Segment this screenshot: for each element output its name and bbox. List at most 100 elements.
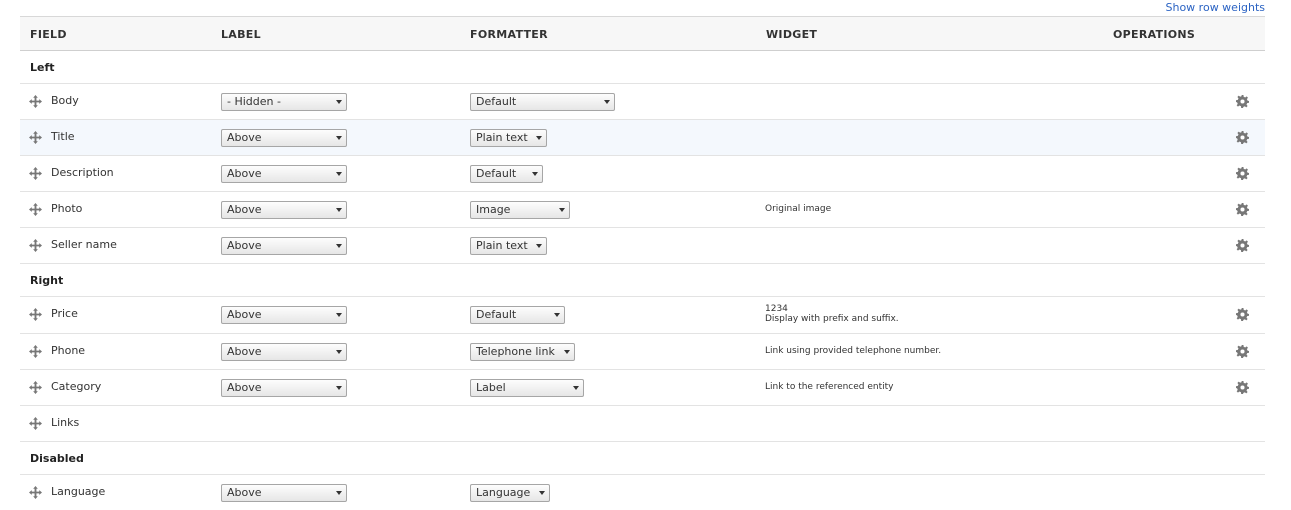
header-operations: OPERATIONS: [1113, 28, 1196, 41]
widget-summary: 1234 Display with prefix and suffix.: [765, 304, 899, 324]
formatter-select[interactable]: Plain text: [470, 237, 547, 255]
field-name: Seller name: [51, 238, 117, 251]
manage-display-table: FIELD LABEL FORMATTER WIDGET OPERATIONS …: [20, 16, 1265, 510]
chevron-down-icon: [536, 136, 542, 140]
table-row: Phone Above Telephone link Link using pr…: [20, 334, 1265, 370]
formatter-select[interactable]: Language: [470, 484, 550, 502]
region-left: Left: [20, 51, 1265, 84]
chevron-down-icon: [336, 386, 342, 390]
chevron-down-icon: [536, 244, 542, 248]
move-arrows-icon[interactable]: [29, 417, 42, 430]
gear-icon[interactable]: [1236, 308, 1249, 321]
formatter-select[interactable]: Label: [470, 379, 584, 397]
formatter-select[interactable]: Default: [470, 165, 543, 183]
chevron-down-icon: [336, 244, 342, 248]
table-row: Description Above Default: [20, 156, 1265, 192]
label-select[interactable]: Above: [221, 343, 347, 361]
formatter-select[interactable]: Default: [470, 306, 565, 324]
formatter-select-value: Default: [476, 95, 517, 108]
table-row: Language Above Language: [20, 475, 1265, 510]
formatter-select-value: Label: [476, 381, 506, 394]
move-arrows-icon[interactable]: [29, 486, 42, 499]
gear-icon[interactable]: [1236, 345, 1249, 358]
formatter-select[interactable]: Image: [470, 201, 570, 219]
field-name: Price: [51, 307, 78, 320]
label-select-value: Above: [227, 486, 262, 499]
region-title: Left: [30, 61, 55, 74]
formatter-select-value: Telephone link: [476, 345, 555, 358]
formatter-select-value: Plain text: [476, 131, 528, 144]
label-select-value: Above: [227, 203, 262, 216]
label-select[interactable]: Above: [221, 129, 347, 147]
move-arrows-icon[interactable]: [29, 308, 42, 321]
field-name: Body: [51, 94, 79, 107]
gear-icon[interactable]: [1236, 131, 1249, 144]
label-select[interactable]: Above: [221, 165, 347, 183]
chevron-down-icon: [539, 491, 545, 495]
field-name: Photo: [51, 202, 83, 215]
chevron-down-icon: [573, 386, 579, 390]
region-disabled: Disabled: [20, 442, 1265, 475]
chevron-down-icon: [559, 208, 565, 212]
move-arrows-icon[interactable]: [29, 239, 42, 252]
show-row-weights-link[interactable]: Show row weights: [1166, 1, 1266, 14]
region-right: Right: [20, 264, 1265, 297]
chevron-down-icon: [554, 313, 560, 317]
gear-icon[interactable]: [1236, 239, 1249, 252]
chevron-down-icon: [532, 172, 538, 176]
gear-icon[interactable]: [1236, 381, 1249, 394]
header-widget: WIDGET: [766, 28, 818, 41]
table-row: Body - Hidden - Default: [20, 84, 1265, 120]
move-arrows-icon[interactable]: [29, 167, 42, 180]
label-select-value: Above: [227, 381, 262, 394]
label-select[interactable]: Above: [221, 201, 347, 219]
move-arrows-icon[interactable]: [29, 95, 42, 108]
label-select-value: Above: [227, 239, 262, 252]
header-formatter: FORMATTER: [470, 28, 548, 41]
table-row: Links: [20, 406, 1265, 442]
chevron-down-icon: [336, 313, 342, 317]
label-select[interactable]: Above: [221, 379, 347, 397]
formatter-select-value: Language: [476, 486, 531, 499]
move-arrows-icon[interactable]: [29, 381, 42, 394]
field-name: Links: [51, 416, 80, 429]
table-row: Category Above Label Link to the referen…: [20, 370, 1265, 406]
label-select-value: Above: [227, 131, 262, 144]
formatter-select-value: Image: [476, 203, 511, 216]
chevron-down-icon: [336, 491, 342, 495]
widget-summary: Original image: [765, 204, 832, 214]
label-select[interactable]: - Hidden -: [221, 93, 347, 111]
formatter-select-value: Default: [476, 167, 517, 180]
chevron-down-icon: [336, 100, 342, 104]
formatter-select[interactable]: Plain text: [470, 129, 547, 147]
label-select-value: Above: [227, 345, 262, 358]
move-arrows-icon[interactable]: [29, 131, 42, 144]
chevron-down-icon: [336, 172, 342, 176]
label-select-value: Above: [227, 167, 262, 180]
move-arrows-icon[interactable]: [29, 203, 42, 216]
chevron-down-icon: [564, 350, 570, 354]
table-header: FIELD LABEL FORMATTER WIDGET OPERATIONS: [20, 16, 1265, 51]
chevron-down-icon: [336, 208, 342, 212]
formatter-select-value: Default: [476, 308, 517, 321]
gear-icon[interactable]: [1236, 203, 1249, 216]
table-row: Title Above Plain text: [20, 120, 1265, 156]
region-title: Disabled: [30, 452, 84, 465]
label-select[interactable]: Above: [221, 306, 347, 324]
table-row: Photo Above Image Original image: [20, 192, 1265, 228]
label-select[interactable]: Above: [221, 484, 347, 502]
table-row: Seller name Above Plain text: [20, 228, 1265, 264]
chevron-down-icon: [336, 136, 342, 140]
label-select-value: - Hidden -: [227, 95, 281, 108]
formatter-select[interactable]: Telephone link: [470, 343, 575, 361]
formatter-select[interactable]: Default: [470, 93, 615, 111]
gear-icon[interactable]: [1236, 95, 1249, 108]
label-select[interactable]: Above: [221, 237, 347, 255]
chevron-down-icon: [336, 350, 342, 354]
header-label: LABEL: [221, 28, 261, 41]
formatter-select-value: Plain text: [476, 239, 528, 252]
region-title: Right: [30, 274, 64, 287]
move-arrows-icon[interactable]: [29, 345, 42, 358]
table-row: Price Above Default 1234 Display with pr…: [20, 297, 1265, 334]
gear-icon[interactable]: [1236, 167, 1249, 180]
